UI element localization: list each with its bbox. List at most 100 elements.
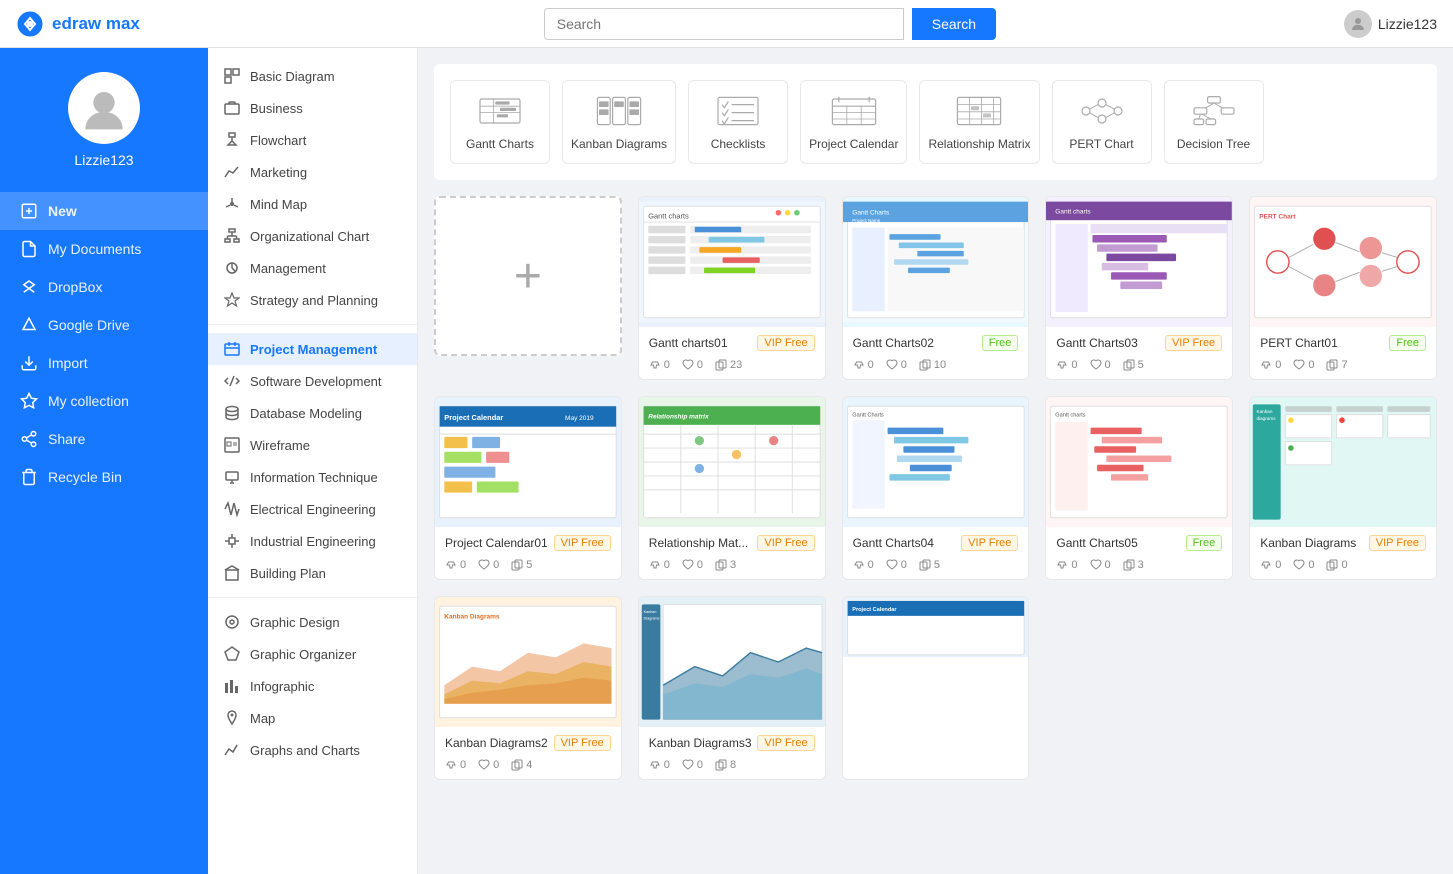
left-panel-label: Project Management (250, 342, 377, 357)
svg-text:Kanban Diagrams: Kanban Diagrams (444, 613, 500, 620)
search-button[interactable]: Search (912, 8, 996, 40)
sidebar-item-my-collection-label: My collection (48, 393, 129, 409)
template-name: Gantt Charts03 (1056, 336, 1137, 350)
template-gantt01[interactable]: Gantt charts (638, 196, 826, 380)
left-panel-item-marketing[interactable]: Marketing (208, 156, 417, 188)
left-panel-item-infographic[interactable]: Infographic (208, 670, 417, 702)
left-panel-item-business[interactable]: Business (208, 92, 417, 124)
left-panel-item-graphic-design[interactable]: Graphic Design (208, 606, 417, 638)
left-panel-item-management[interactable]: Management (208, 252, 417, 284)
template-badge: VIP Free (757, 335, 814, 351)
template-thumb: Kanban diagrams (1250, 397, 1436, 527)
category-pert-chart[interactable]: PERT Chart (1052, 80, 1152, 164)
sidebar-item-share[interactable]: Share (0, 420, 208, 458)
left-panel-item-mind-map[interactable]: Mind Map (208, 188, 417, 220)
svg-text:Gantt Charts: Gantt Charts (852, 210, 890, 217)
template-pert01[interactable]: PERT Chart (1249, 196, 1437, 380)
template-thumb: Kanban Diagrams (435, 597, 621, 727)
template-likes: 0 (1056, 559, 1077, 571)
template-thumb: Project Calendar (843, 597, 1029, 657)
template-copies: 8 (715, 759, 736, 771)
sidebar-item-my-collection[interactable]: My collection (0, 382, 208, 420)
left-panel-item-org-chart[interactable]: Organizational Chart (208, 220, 417, 252)
template-project-cal-partial[interactable]: Project Calendar (842, 596, 1030, 780)
template-name: Kanban Diagrams (1260, 536, 1356, 550)
sidebar-item-my-documents[interactable]: My Documents (0, 230, 208, 268)
template-gantt03[interactable]: Gantt charts Gantt Charts03 VIP Free (1045, 196, 1233, 380)
template-badge: VIP Free (554, 735, 611, 751)
left-panel-item-database-modeling[interactable]: Database Modeling (208, 397, 417, 429)
template-thumb: Gantt Charts Project Name (843, 197, 1029, 327)
template-badge: VIP Free (1369, 535, 1426, 551)
category-kanban-diagrams[interactable]: Kanban Diagrams (562, 80, 676, 164)
template-info: Gantt Charts04 VIP Free (843, 527, 1029, 555)
left-panel-item-basic-diagram[interactable]: Basic Diagram (208, 60, 417, 92)
template-info: Kanban Diagrams VIP Free (1250, 527, 1436, 555)
left-panel-label: Graphs and Charts (250, 743, 360, 758)
template-info: Gantt Charts05 Free (1046, 527, 1232, 555)
template-stats: 0 0 7 (1250, 355, 1436, 379)
category-label: PERT Chart (1069, 137, 1133, 151)
left-panel-item-project-mgmt[interactable]: Project Management (208, 333, 417, 365)
left-panel-item-software-dev[interactable]: Software Development (208, 365, 417, 397)
template-rel-mat01[interactable]: Relationship matrix (638, 396, 826, 580)
template-stats: 0 0 3 (1046, 555, 1232, 579)
category-label: Decision Tree (1177, 137, 1250, 151)
sidebar-item-new[interactable]: New (0, 192, 208, 230)
sidebar-item-import[interactable]: Import (0, 344, 208, 382)
template-info: Gantt charts01 VIP Free (639, 327, 825, 355)
template-project-cal01[interactable]: Project Calendar May 2019 Projec (434, 396, 622, 580)
svg-text:Kanban: Kanban (1257, 409, 1273, 414)
template-badge: VIP Free (554, 535, 611, 551)
left-panel-item-electrical-eng[interactable]: Electrical Engineering (208, 493, 417, 525)
left-panel-label: Graphic Organizer (250, 647, 356, 662)
category-project-calendar[interactable]: Project Calendar (800, 80, 907, 164)
template-hearts: 0 (682, 359, 703, 371)
main-layout: Lizzie123 New My Documents DropBox Googl… (0, 48, 1453, 874)
template-hearts: 0 (1293, 559, 1314, 571)
category-row: Gantt Charts Kanban Diagrams (434, 64, 1437, 180)
template-thumb: Relationship matrix (639, 397, 825, 527)
template-gantt02[interactable]: Gantt Charts Project Name Gantt Charts02… (842, 196, 1030, 380)
left-panel-item-flowchart[interactable]: Flowchart (208, 124, 417, 156)
left-panel-item-info-tech[interactable]: Information Technique (208, 461, 417, 493)
left-panel-item-wireframe[interactable]: Wireframe (208, 429, 417, 461)
left-panel-label: Graphic Design (250, 615, 340, 630)
template-gantt05[interactable]: Gantt charts Gantt Charts05 Free (1045, 396, 1233, 580)
left-panel-item-strategy[interactable]: Strategy and Planning (208, 284, 417, 316)
left-panel-label: Management (250, 261, 326, 276)
template-name: Project Calendar01 (445, 536, 548, 550)
sidebar-item-recycle-bin-label: Recycle Bin (48, 469, 122, 485)
add-new-template[interactable]: + (434, 196, 622, 356)
category-relationship-matrix[interactable]: Relationship Matrix (919, 80, 1039, 164)
template-kanban01[interactable]: Kanban diagrams Kan (1249, 396, 1437, 580)
template-gantt04[interactable]: Gantt Charts Gantt Charts04 VIP Free (842, 396, 1030, 580)
left-panel-label: Database Modeling (250, 406, 362, 421)
search-input[interactable] (544, 8, 904, 40)
left-panel-item-graphic-organizer[interactable]: Graphic Organizer (208, 638, 417, 670)
category-gantt-charts[interactable]: Gantt Charts (450, 80, 550, 164)
category-checklists[interactable]: Checklists (688, 80, 788, 164)
template-copies: 10 (919, 359, 946, 371)
left-panel-label: Mind Map (250, 197, 307, 212)
left-panel-item-map[interactable]: Map (208, 702, 417, 734)
left-panel-item-industrial-eng[interactable]: Industrial Engineering (208, 525, 417, 557)
left-panel-item-building-plan[interactable]: Building Plan (208, 557, 417, 589)
sidebar-item-dropbox[interactable]: DropBox (0, 268, 208, 306)
left-panel-label: Map (250, 711, 275, 726)
category-label: Checklists (711, 137, 766, 151)
template-name: Kanban Diagrams2 (445, 736, 548, 750)
sidebar-item-my-documents-label: My Documents (48, 241, 141, 257)
sidebar-item-share-label: Share (48, 431, 85, 447)
user-profile[interactable]: Lizzie123 (1344, 10, 1437, 38)
left-panel-item-graphs-charts[interactable]: Graphs and Charts (208, 734, 417, 766)
template-kanban03[interactable]: Kanban Diagrams Kanban Diagrams3 VIP Fre… (638, 596, 826, 780)
left-panel-label: Marketing (250, 165, 307, 180)
sidebar-item-google-drive[interactable]: Google Drive (0, 306, 208, 344)
sidebar-item-recycle-bin[interactable]: Recycle Bin (0, 458, 208, 496)
panel-divider-2 (208, 597, 417, 598)
template-thumb: Gantt Charts (843, 397, 1029, 527)
left-panel-label: Information Technique (250, 470, 378, 485)
template-kanban02[interactable]: Kanban Diagrams Kanban Diagrams2 VIP Fre… (434, 596, 622, 780)
category-decision-tree[interactable]: Decision Tree (1164, 80, 1264, 164)
